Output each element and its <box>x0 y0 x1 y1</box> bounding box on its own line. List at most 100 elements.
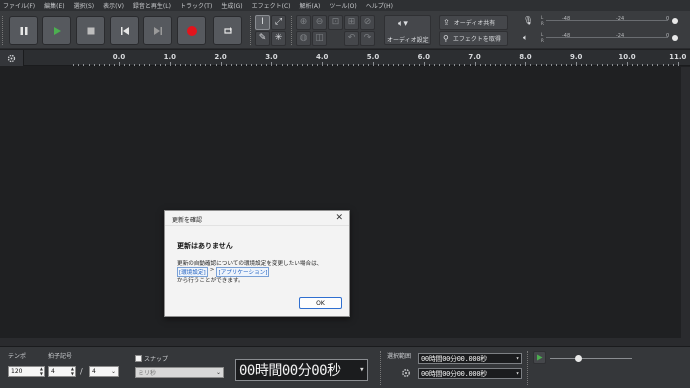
ruler-tick <box>281 64 283 66</box>
trim-button[interactable]: ◍ <box>296 31 311 46</box>
ruler-tick <box>159 64 161 66</box>
slider-thumb[interactable] <box>575 355 582 362</box>
selection-grip[interactable] <box>380 351 384 385</box>
selection-end[interactable]: 00時間00分00.000秒 ▾ <box>418 368 522 379</box>
silence-icon: ◫ <box>315 33 324 43</box>
record-meter[interactable]: L R -48 -24 0 <box>532 15 682 27</box>
dialog-message: 更新の自動確認についての環境設定を変更したい場合は、 <box>177 261 323 267</box>
ruler-tick <box>215 64 217 66</box>
get-effects-button[interactable]: ⚲ エフェクトを取得 <box>439 31 508 46</box>
snap-checkbox[interactable] <box>135 355 142 362</box>
time-display[interactable]: 00時間00分00秒 ▾ <box>235 359 368 381</box>
time-signature-numerator[interactable]: 4 ▲ ▼ <box>48 366 76 377</box>
skip-to-end-button[interactable] <box>143 16 172 45</box>
tempo-input[interactable]: 120 ▲ ▼ <box>8 366 45 377</box>
menu-item[interactable]: ツール(O) <box>329 1 356 10</box>
draw-tool[interactable]: ✎ <box>255 31 270 46</box>
timeline-options-button[interactable] <box>0 50 24 66</box>
ruler-tick <box>291 64 293 66</box>
gear-icon <box>7 54 16 62</box>
zoom-in-button[interactable]: ⊕ <box>296 15 311 30</box>
play-at-speed-button[interactable] <box>533 351 546 364</box>
zoom-toggle-button[interactable]: ⊘ <box>360 15 375 30</box>
ruler-tick <box>190 64 192 66</box>
selection-tool[interactable]: I <box>255 15 270 30</box>
i-beam-icon: I <box>261 17 264 27</box>
gear-icon[interactable] <box>401 368 411 378</box>
close-icon[interactable]: ✕ <box>335 213 343 223</box>
dialog-titlebar[interactable]: 更新を確認 ✕ <box>165 211 349 226</box>
ruler-tick <box>459 64 461 66</box>
playback-meter[interactable]: L R -48 -24 0 <box>532 32 682 44</box>
ruler-tick <box>164 64 166 66</box>
ruler-tick <box>672 64 674 66</box>
playback-speed-slider[interactable] <box>550 355 632 362</box>
undo-button[interactable]: ↶ <box>344 31 359 46</box>
menu-item[interactable]: 編集(E) <box>44 1 64 10</box>
multi-tool[interactable]: ✳ <box>271 31 286 46</box>
menu-item[interactable]: 表示(V) <box>103 1 124 10</box>
record-volume-knob[interactable] <box>672 18 678 24</box>
record-icon <box>186 25 197 36</box>
menu-item[interactable]: トラック(T) <box>180 1 212 10</box>
vertical-scrollbar[interactable] <box>681 67 690 338</box>
play-at-speed-grip[interactable] <box>527 351 531 385</box>
stop-button[interactable] <box>76 16 105 45</box>
ruler-tick-label: 4.0 <box>315 53 329 61</box>
toolbar: I ⤢ ✎ ✳ ⊕ ⊖ ⊡ ⊞ ⊘ ◍ ◫ ↶ ↷ 🔈︎▾ オーディオ設定 ⇪ … <box>0 11 690 49</box>
toolbar-grip[interactable] <box>2 16 6 45</box>
ruler-tick <box>347 64 349 66</box>
chevron-down-icon: ▾ <box>515 370 520 377</box>
ruler-tick <box>667 64 669 66</box>
menu-item[interactable]: ヘルプ(H) <box>366 1 393 10</box>
edit-grip[interactable] <box>291 16 295 45</box>
silence-button[interactable]: ◫ <box>312 31 327 46</box>
menu-item[interactable]: 録音と再生(L) <box>133 1 171 10</box>
loop-button[interactable] <box>213 16 242 45</box>
spinner-arrows-icon: ▲ ▼ <box>70 366 74 376</box>
ruler-tick <box>373 62 374 66</box>
ok-button[interactable]: OK <box>299 297 342 309</box>
skip-to-start-button[interactable] <box>110 16 139 45</box>
menu-item[interactable]: 選択(S) <box>74 1 95 10</box>
time-signature-num-value: 4 <box>51 368 55 375</box>
time-signature-slash: / <box>80 367 83 376</box>
menu-item[interactable]: 生成(G) <box>221 1 242 10</box>
ruler-tick-label: 2.0 <box>214 53 227 61</box>
snap-unit-select[interactable]: ミリ秒 ⌄ <box>135 367 224 378</box>
ruler-tick <box>174 64 176 66</box>
audio-setup-label: オーディオ設定 <box>387 37 429 44</box>
envelope-tool[interactable]: ⤢ <box>271 15 286 30</box>
ruler-tick <box>601 64 603 66</box>
ruler-tick <box>119 62 120 66</box>
menu-item[interactable]: エフェクト(C) <box>252 1 291 10</box>
timeline-ruler[interactable]: 0.0 1.0 2.0 3.0 4.0 5.0 6.0 7.0 8.0 9.0 10.0 11.0 <box>24 50 690 66</box>
ruler-tick <box>439 64 441 66</box>
ruler-tick <box>637 64 639 66</box>
zoom-out-icon: ⊖ <box>315 17 324 27</box>
playback-volume-knob[interactable] <box>672 35 678 41</box>
horizontal-scrollbar[interactable] <box>0 338 690 346</box>
menu-item[interactable]: 解析(A) <box>300 1 321 10</box>
menu-item[interactable]: ファイル(F) <box>3 1 35 10</box>
share-audio-button[interactable]: ⇪ オーディオ共有 <box>439 15 508 30</box>
zoom-out-button[interactable]: ⊖ <box>312 15 327 30</box>
redo-button[interactable]: ↷ <box>360 31 375 46</box>
ruler-tick <box>616 64 618 66</box>
ruler-tick <box>240 64 242 66</box>
ruler-tick <box>418 64 420 66</box>
timeline-ruler-row: 0.0 1.0 2.0 3.0 4.0 5.0 6.0 7.0 8.0 9.0 10.0 11.0 <box>0 50 690 66</box>
pause-button[interactable] <box>9 16 38 45</box>
time-signature-denominator[interactable]: 4 ⌄ <box>89 366 119 377</box>
record-button[interactable] <box>177 16 206 45</box>
play-button[interactable] <box>42 16 71 45</box>
time-display-value: 00時間00分00秒 <box>239 363 341 379</box>
selection-start[interactable]: 00時間00分00.000秒 ▾ <box>418 353 522 364</box>
fit-selection-button[interactable]: ⊡ <box>328 15 343 30</box>
ruler-tick <box>500 64 501 66</box>
audio-setup-button[interactable]: 🔈︎▾ オーディオ設定 <box>384 15 431 45</box>
ruler-tick <box>423 62 425 66</box>
fit-project-button[interactable]: ⊞ <box>344 15 359 30</box>
tools-grip[interactable] <box>250 16 254 45</box>
ruler-tick <box>627 62 628 66</box>
